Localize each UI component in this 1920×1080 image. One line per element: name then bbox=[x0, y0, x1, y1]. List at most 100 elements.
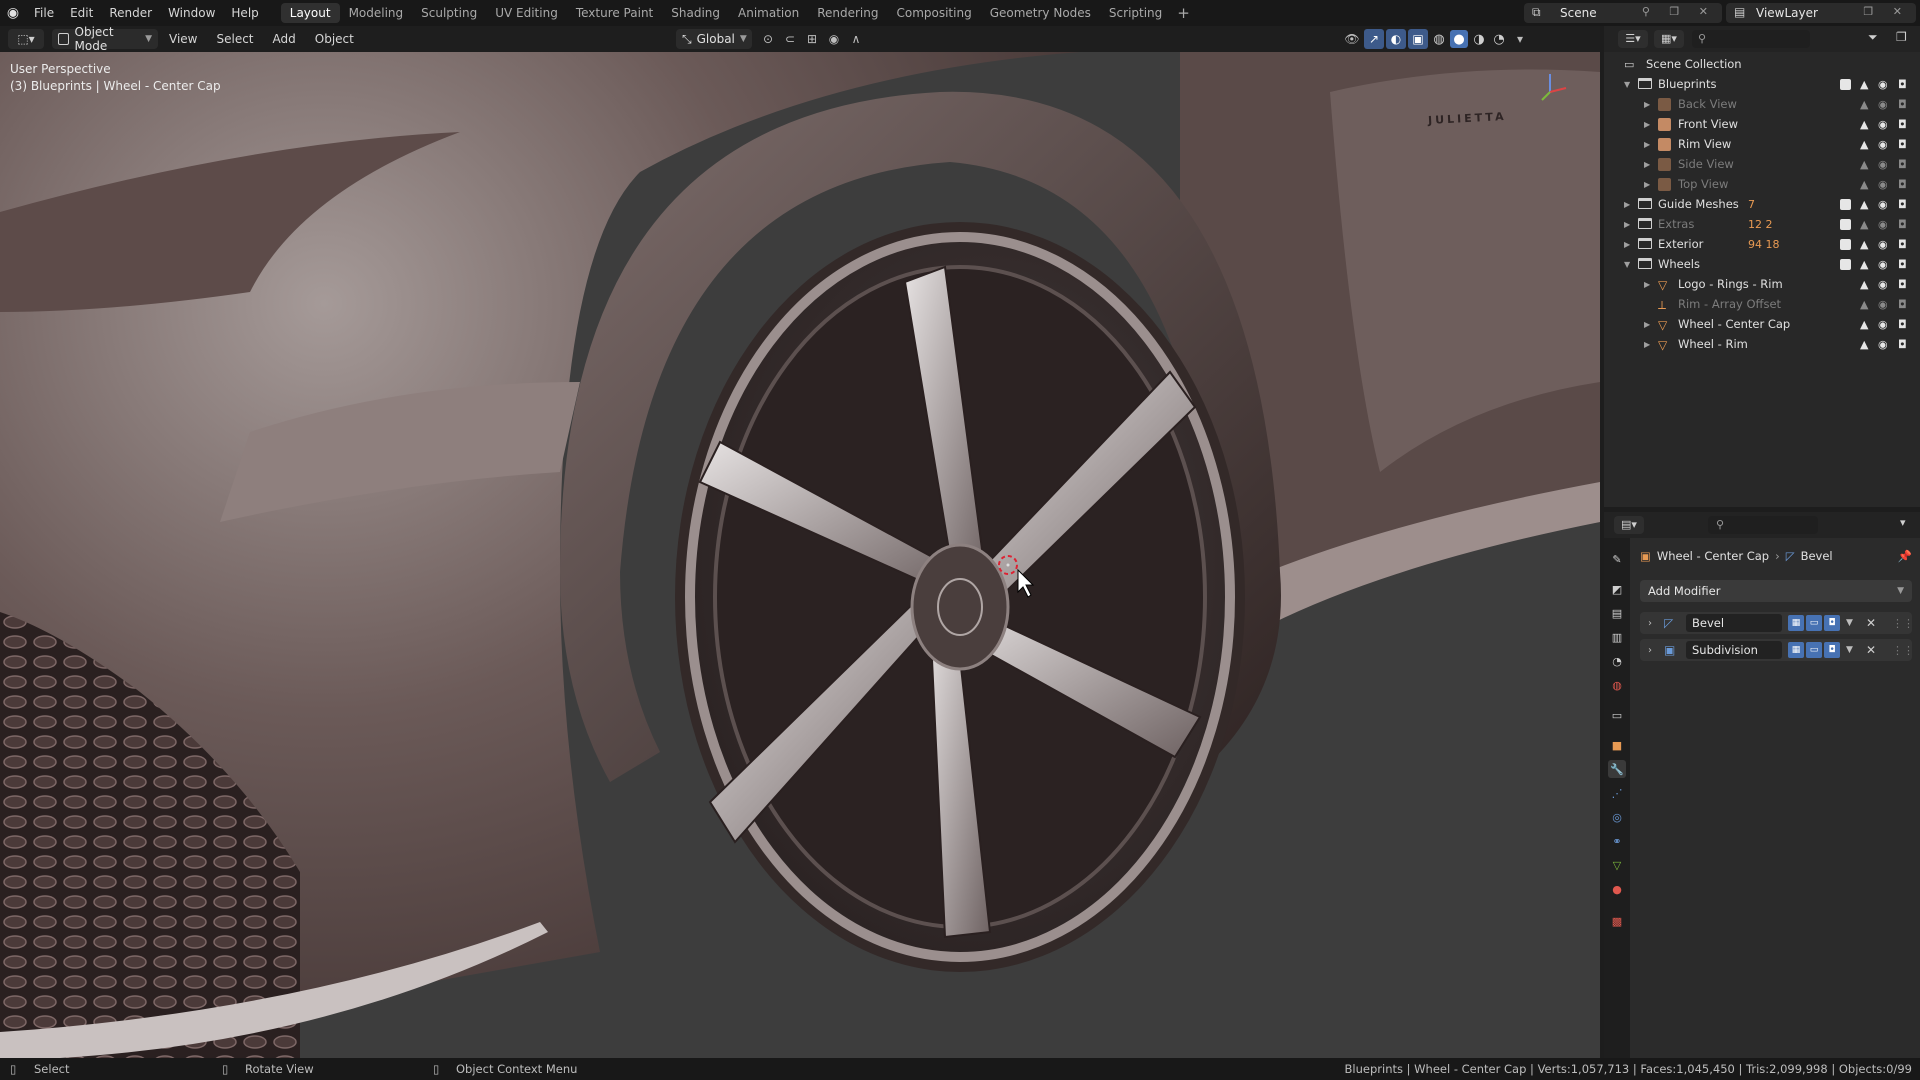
modifier-subdivision[interactable]: › ▣ Subdivision ▦ ▭ ◘ ▼ ✕ ⋮⋮ bbox=[1640, 639, 1914, 661]
scene-tab-icon[interactable]: ◔ bbox=[1608, 652, 1626, 670]
modifier-tab-icon[interactable]: 🔧 bbox=[1608, 760, 1626, 778]
blender-logo-icon[interactable]: ◉ bbox=[0, 0, 26, 26]
visibility-eye-icon[interactable]: ◉ bbox=[1878, 218, 1888, 231]
select-toggle-icon[interactable]: ▲ bbox=[1860, 278, 1868, 291]
render-camera-icon[interactable]: ◘ bbox=[1898, 78, 1907, 91]
menu-add[interactable]: Add bbox=[265, 29, 304, 49]
scene-selector[interactable]: ⧉ Scene ⚲ ❐ ✕ bbox=[1524, 3, 1722, 23]
object-tab-icon[interactable]: ■ bbox=[1608, 736, 1626, 754]
visibility-eye-icon[interactable]: ◉ bbox=[1878, 338, 1888, 351]
tab-texture-paint[interactable]: Texture Paint bbox=[567, 3, 662, 23]
shading-options-icon[interactable]: ▾ bbox=[1510, 29, 1530, 49]
render-camera-icon[interactable]: ◘ bbox=[1898, 178, 1907, 191]
outliner-row[interactable]: ⟂ Rim - Array Offset ▲ ◉ ◘ bbox=[1604, 294, 1920, 314]
render-toggle-icon[interactable]: ◘ bbox=[1824, 642, 1840, 658]
render-camera-icon[interactable]: ◘ bbox=[1898, 278, 1907, 291]
expand-triangle-icon[interactable]: ▶ bbox=[1644, 140, 1650, 149]
outliner-row[interactable]: ▶ Extras 12 2 ▲ ◉ ◘ bbox=[1604, 214, 1920, 234]
add-modifier-button[interactable]: Add Modifier ▼ bbox=[1640, 580, 1912, 602]
collection-tab-icon[interactable]: ▭ bbox=[1608, 706, 1626, 724]
tab-animation[interactable]: Animation bbox=[729, 3, 808, 23]
visibility-eye-icon[interactable]: ◉ bbox=[1878, 98, 1888, 111]
outliner-row[interactable]: ▶ Exterior 94 18 ▲ ◉ ◘ bbox=[1604, 234, 1920, 254]
outliner-row[interactable]: ▶ Back View ▲ ◉ ◘ bbox=[1604, 94, 1920, 114]
render-camera-icon[interactable]: ◘ bbox=[1898, 318, 1907, 331]
breadcrumb-modifier[interactable]: Bevel bbox=[1801, 549, 1833, 563]
expand-triangle-icon[interactable]: ▶ bbox=[1624, 220, 1630, 229]
solid-shading-icon[interactable]: ● bbox=[1450, 30, 1468, 48]
view-layer-tab-icon[interactable]: ▥ bbox=[1608, 628, 1626, 646]
expand-triangle-icon[interactable]: ▶ bbox=[1624, 200, 1630, 209]
menu-render[interactable]: Render bbox=[101, 0, 160, 26]
visibility-eye-icon[interactable]: ◉ bbox=[1878, 258, 1888, 271]
visibility-eye-icon[interactable]: ◉ bbox=[1878, 118, 1888, 131]
render-camera-icon[interactable]: ◘ bbox=[1898, 98, 1907, 111]
select-toggle-icon[interactable]: ▲ bbox=[1860, 238, 1868, 251]
texture-tab-icon[interactable]: ▩ bbox=[1608, 912, 1626, 930]
object-mode-dropdown[interactable]: Object Mode ▼ bbox=[52, 25, 158, 53]
scene-actions-icon[interactable]: ⚲ ❐ ✕ bbox=[1642, 5, 1716, 18]
render-camera-icon[interactable]: ◘ bbox=[1898, 338, 1907, 351]
edit-mode-toggle-icon[interactable]: ▦ bbox=[1788, 642, 1804, 658]
physics-tab-icon[interactable]: ◎ bbox=[1608, 808, 1626, 826]
render-tab-icon[interactable]: ◩ bbox=[1608, 580, 1626, 598]
chevron-down-icon[interactable]: ▾ bbox=[1900, 516, 1906, 529]
select-toggle-icon[interactable]: ▲ bbox=[1860, 78, 1868, 91]
constraints-tab-icon[interactable]: ⚭ bbox=[1608, 832, 1626, 850]
filter-icon[interactable]: ⏷ bbox=[1868, 30, 1878, 45]
output-tab-icon[interactable]: ▤ bbox=[1608, 604, 1626, 622]
expand-triangle-icon[interactable]: ▶ bbox=[1624, 240, 1630, 249]
menu-edit[interactable]: Edit bbox=[62, 0, 101, 26]
visibility-eye-icon[interactable]: ◉ bbox=[1878, 298, 1888, 311]
select-toggle-icon[interactable]: ▲ bbox=[1860, 318, 1868, 331]
expand-chevron-icon[interactable]: › bbox=[1648, 645, 1652, 656]
render-camera-icon[interactable]: ◘ bbox=[1898, 258, 1907, 271]
select-toggle-icon[interactable]: ▲ bbox=[1860, 298, 1868, 311]
outliner-row[interactable]: ▶ ▽ Logo - Rings - Rim ▲ ◉ ◘ bbox=[1604, 274, 1920, 294]
3d-viewport[interactable]: User Perspective (3) Blueprints | Wheel … bbox=[0, 52, 1600, 1058]
exclude-checkbox[interactable] bbox=[1840, 238, 1851, 250]
expand-triangle-icon[interactable]: ▶ bbox=[1644, 340, 1650, 349]
render-camera-icon[interactable]: ◘ bbox=[1898, 198, 1907, 211]
expand-triangle-icon[interactable]: ▶ bbox=[1644, 120, 1650, 129]
menu-view[interactable]: View bbox=[161, 29, 205, 49]
visibility-eye-icon[interactable]: ◉ bbox=[1878, 158, 1888, 171]
visibility-icon[interactable]: 👁 bbox=[1342, 29, 1362, 49]
select-toggle-icon[interactable]: ▲ bbox=[1860, 218, 1868, 231]
expand-triangle-icon[interactable]: ▶ bbox=[1644, 280, 1650, 289]
expand-triangle-icon[interactable]: ▶ bbox=[1644, 320, 1650, 329]
tab-geometry-nodes[interactable]: Geometry Nodes bbox=[981, 3, 1100, 23]
falloff-icon[interactable]: ∧ bbox=[846, 29, 866, 49]
tab-scripting[interactable]: Scripting bbox=[1100, 3, 1171, 23]
chevron-down-icon[interactable]: ▼ bbox=[1846, 645, 1853, 655]
menu-select[interactable]: Select bbox=[208, 29, 261, 49]
select-toggle-icon[interactable]: ▲ bbox=[1860, 178, 1868, 191]
expand-triangle-icon[interactable]: ▶ bbox=[1644, 160, 1650, 169]
select-toggle-icon[interactable]: ▲ bbox=[1860, 198, 1868, 211]
outliner-root[interactable]: ▭ Scene Collection bbox=[1604, 54, 1920, 74]
outliner-row[interactable]: ▶ ▽ Wheel - Center Cap ▲ ◉ ◘ bbox=[1604, 314, 1920, 334]
outliner-row[interactable]: ▶ ▽ Wheel - Rim ▲ ◉ ◘ bbox=[1604, 334, 1920, 354]
visibility-eye-icon[interactable]: ◉ bbox=[1878, 318, 1888, 331]
new-collection-icon[interactable]: ❐ bbox=[1896, 30, 1907, 44]
visibility-eye-icon[interactable]: ◉ bbox=[1878, 278, 1888, 291]
tool-tab-icon[interactable]: ✎ bbox=[1608, 550, 1626, 568]
tab-shading[interactable]: Shading bbox=[662, 3, 729, 23]
render-camera-icon[interactable]: ◘ bbox=[1898, 218, 1907, 231]
tab-sculpting[interactable]: Sculpting bbox=[412, 3, 486, 23]
outliner-row[interactable]: ▶ Side View ▲ ◉ ◘ bbox=[1604, 154, 1920, 174]
tab-rendering[interactable]: Rendering bbox=[808, 3, 887, 23]
exclude-checkbox[interactable] bbox=[1840, 218, 1851, 230]
select-toggle-icon[interactable]: ▲ bbox=[1860, 258, 1868, 271]
collapse-triangle-icon[interactable]: ▼ bbox=[1624, 80, 1630, 89]
render-camera-icon[interactable]: ◘ bbox=[1898, 118, 1907, 131]
snap-icon[interactable]: ⊂ bbox=[780, 29, 800, 49]
outliner-row[interactable]: ▶ Top View ▲ ◉ ◘ bbox=[1604, 174, 1920, 194]
gizmo-icon[interactable]: ↗ bbox=[1364, 29, 1384, 49]
exclude-checkbox[interactable] bbox=[1840, 198, 1851, 210]
visibility-eye-icon[interactable]: ◉ bbox=[1878, 238, 1888, 251]
view-layer-actions-icon[interactable]: ❐ ✕ bbox=[1863, 5, 1910, 18]
render-camera-icon[interactable]: ◘ bbox=[1898, 298, 1907, 311]
render-camera-icon[interactable]: ◘ bbox=[1898, 158, 1907, 171]
breadcrumb-object[interactable]: Wheel - Center Cap bbox=[1657, 549, 1769, 563]
